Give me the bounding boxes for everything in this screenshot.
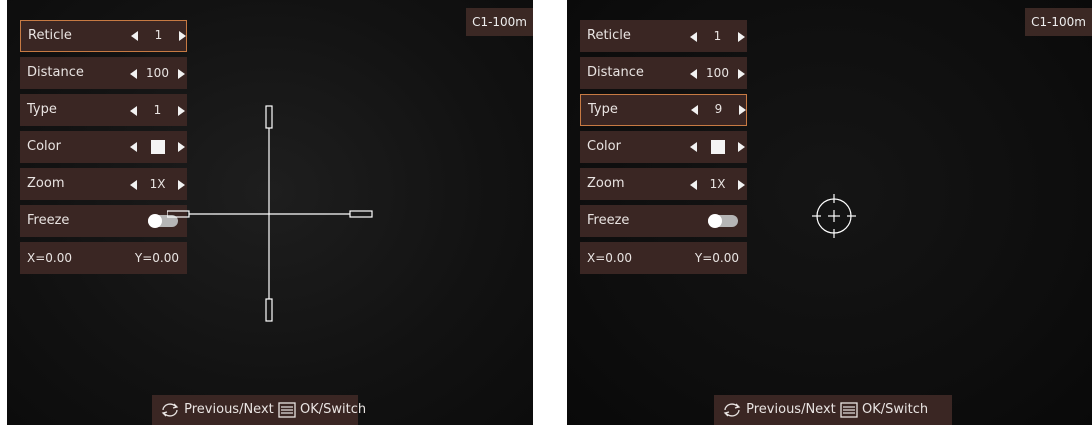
menu-item-label: Reticle [28, 28, 72, 43]
menu-item-label: Distance [587, 65, 644, 80]
color-selector[interactable] [690, 131, 745, 163]
menu-item-distance[interactable]: Distance 100 [580, 57, 747, 89]
menu-item-freeze[interactable]: Freeze [20, 205, 187, 237]
triangle-left-icon[interactable] [690, 179, 697, 190]
menu-item-color[interactable]: Color [20, 131, 187, 163]
triangle-left-icon[interactable] [130, 105, 137, 116]
menu-item-reticle[interactable]: Reticle 1 [20, 20, 187, 52]
rotate-arrows-icon [723, 403, 741, 417]
profile-badge: C1-100m [466, 8, 533, 36]
menu-item-label: Zoom [587, 176, 625, 191]
y-offset: Y=0.00 [694, 251, 739, 265]
type-selector[interactable]: 9 [691, 95, 746, 124]
menu-list-icon [840, 402, 858, 418]
menu-item-label: Zoom [27, 176, 65, 191]
triangle-left-icon[interactable] [690, 68, 697, 79]
hint-ok-switch: OK/Switch [300, 402, 367, 417]
hint-prev-next: Previous/Next [184, 402, 274, 417]
triangle-left-icon[interactable] [131, 30, 138, 41]
reticle-selector[interactable]: 1 [690, 20, 745, 53]
toggle-knob [708, 214, 722, 228]
button-hint-bar: Previous/Next OK/Switch [714, 395, 952, 425]
triangle-right-icon[interactable] [179, 30, 186, 41]
triangle-left-icon[interactable] [691, 104, 698, 115]
triangle-right-icon[interactable] [739, 104, 746, 115]
distance-selector[interactable]: 100 [130, 57, 185, 90]
scope-screen-left: C1-100m Reticle 1 Distance 100 Type 1 Co… [7, 0, 533, 425]
menu-item-zoom[interactable]: Zoom 1X [20, 168, 187, 200]
triangle-left-icon[interactable] [130, 142, 137, 152]
rotate-arrows-icon [161, 403, 179, 417]
triangle-right-icon[interactable] [178, 68, 185, 79]
menu-item-label: Color [587, 139, 621, 154]
distance-selector[interactable]: 100 [690, 57, 745, 90]
triangle-right-icon[interactable] [738, 31, 745, 42]
triangle-left-icon[interactable] [690, 31, 697, 42]
triangle-left-icon[interactable] [690, 142, 697, 152]
profile-badge: C1-100m [1025, 8, 1092, 36]
distance-value: 100 [146, 66, 169, 80]
color-swatch [150, 139, 165, 154]
reticle-selector[interactable]: 1 [131, 21, 186, 50]
toggle-knob [148, 214, 162, 228]
menu-item-distance[interactable]: Distance 100 [20, 57, 187, 89]
triangle-right-icon[interactable] [738, 142, 745, 152]
scope-screen-right: C1-100m Reticle 1 Distance 100 Type 9 Co… [567, 0, 1092, 425]
button-hint-bar: Previous/Next OK/Switch [152, 395, 366, 425]
reticle-menu: Reticle 1 Distance 100 Type 1 Color Zoom… [20, 20, 187, 279]
reticle-value: 1 [154, 28, 163, 42]
freeze-toggle[interactable] [708, 214, 738, 228]
distance-value: 100 [706, 66, 729, 80]
duplex-crosshair-reticle [167, 105, 373, 322]
menu-item-color[interactable]: Color [580, 131, 747, 163]
menu-list-icon [278, 402, 296, 418]
menu-item-label: Color [27, 139, 61, 154]
menu-item-label: Distance [27, 65, 84, 80]
x-offset: X=0.00 [587, 251, 632, 265]
hint-prev-next: Previous/Next [746, 402, 836, 417]
type-value: 9 [714, 102, 723, 116]
triangle-left-icon[interactable] [130, 179, 137, 190]
type-value: 1 [153, 103, 162, 117]
color-swatch [710, 139, 725, 154]
menu-item-coordinates: X=0.00 Y=0.00 [580, 242, 747, 274]
menu-item-freeze[interactable]: Freeze [580, 205, 747, 237]
menu-item-type[interactable]: Type 1 [20, 94, 187, 126]
menu-item-label: Freeze [587, 213, 630, 228]
reticle-menu: Reticle 1 Distance 100 Type 9 Color Zoom… [580, 20, 747, 279]
zoom-value: 1X [149, 177, 166, 191]
circle-crosshair-reticle [812, 194, 856, 238]
menu-item-label: Type [27, 102, 57, 117]
menu-item-coordinates: X=0.00 Y=0.00 [20, 242, 187, 274]
reticle-value: 1 [713, 29, 722, 43]
menu-item-label: Freeze [27, 213, 70, 228]
menu-item-zoom[interactable]: Zoom 1X [580, 168, 747, 200]
menu-item-reticle[interactable]: Reticle 1 [580, 20, 747, 52]
zoom-selector[interactable]: 1X [690, 168, 745, 201]
triangle-right-icon[interactable] [738, 68, 745, 79]
triangle-right-icon[interactable] [738, 179, 745, 190]
menu-item-label: Type [588, 102, 618, 117]
zoom-value: 1X [709, 177, 726, 191]
triangle-left-icon[interactable] [130, 68, 137, 79]
x-offset: X=0.00 [27, 251, 72, 265]
menu-item-label: Reticle [587, 28, 631, 43]
menu-item-type[interactable]: Type 9 [580, 94, 747, 126]
hint-ok-switch: OK/Switch [862, 402, 929, 417]
